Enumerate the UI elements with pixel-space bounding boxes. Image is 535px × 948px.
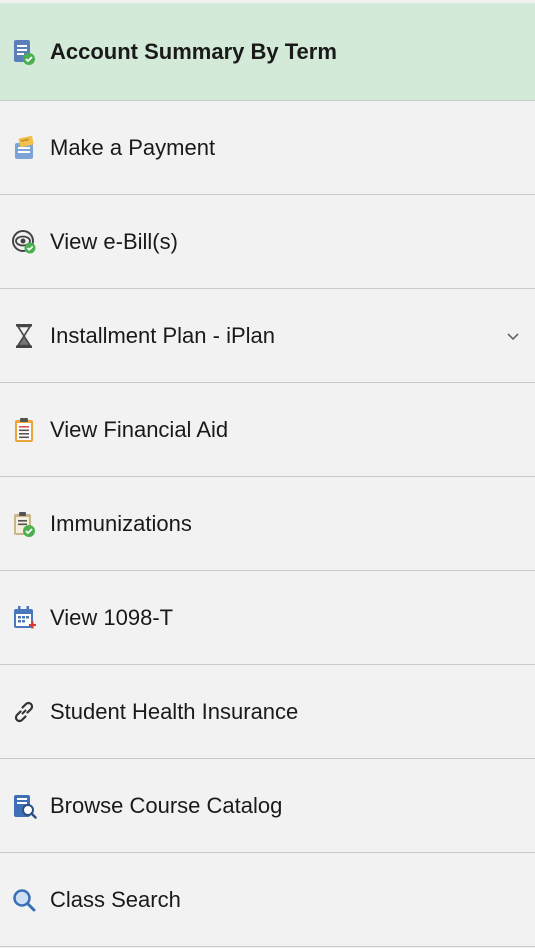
nav-item-installment-plan[interactable]: Installment Plan - iPlan	[0, 289, 535, 383]
clipboard-check-icon	[10, 510, 38, 538]
nav-item-make-payment[interactable]: Make a Payment	[0, 101, 535, 195]
nav-item-view-ebills[interactable]: View e-Bill(s)	[0, 195, 535, 289]
nav-item-label: Account Summary By Term	[50, 38, 337, 64]
nav-item-label: Browse Course Catalog	[50, 792, 283, 818]
chevron-down-icon[interactable]	[505, 328, 521, 344]
clipboard-list-icon	[10, 416, 38, 444]
nav-item-label: Installment Plan - iPlan	[50, 322, 275, 348]
nav-item-immunizations[interactable]: Immunizations	[0, 477, 535, 571]
account-summary-icon	[10, 38, 38, 66]
sidebar-nav: Account Summary By Term Make a Payment V	[0, 3, 535, 947]
search-icon	[10, 886, 38, 914]
nav-item-view-financial-aid[interactable]: View Financial Aid	[0, 383, 535, 477]
nav-item-account-summary[interactable]: Account Summary By Term	[0, 3, 535, 101]
nav-item-label: View e-Bill(s)	[50, 228, 178, 254]
nav-item-browse-course-catalog[interactable]: Browse Course Catalog	[0, 759, 535, 853]
nav-item-label: Class Search	[50, 886, 181, 912]
nav-item-label: Immunizations	[50, 510, 192, 536]
nav-item-class-search[interactable]: Class Search	[0, 853, 535, 947]
calendar-add-icon	[10, 604, 38, 632]
view-ebill-icon	[10, 228, 38, 256]
payment-icon	[10, 134, 38, 162]
nav-item-label: View Financial Aid	[50, 416, 229, 442]
nav-item-label: Make a Payment	[50, 134, 216, 160]
nav-item-view-1098t[interactable]: View 1098-T	[0, 571, 535, 665]
nav-item-student-health-insurance[interactable]: Student Health Insurance	[0, 665, 535, 759]
catalog-search-icon	[10, 792, 38, 820]
link-icon	[10, 698, 38, 726]
hourglass-icon	[10, 322, 38, 350]
nav-item-label: Student Health Insurance	[50, 698, 299, 724]
nav-item-label: View 1098-T	[50, 604, 174, 630]
